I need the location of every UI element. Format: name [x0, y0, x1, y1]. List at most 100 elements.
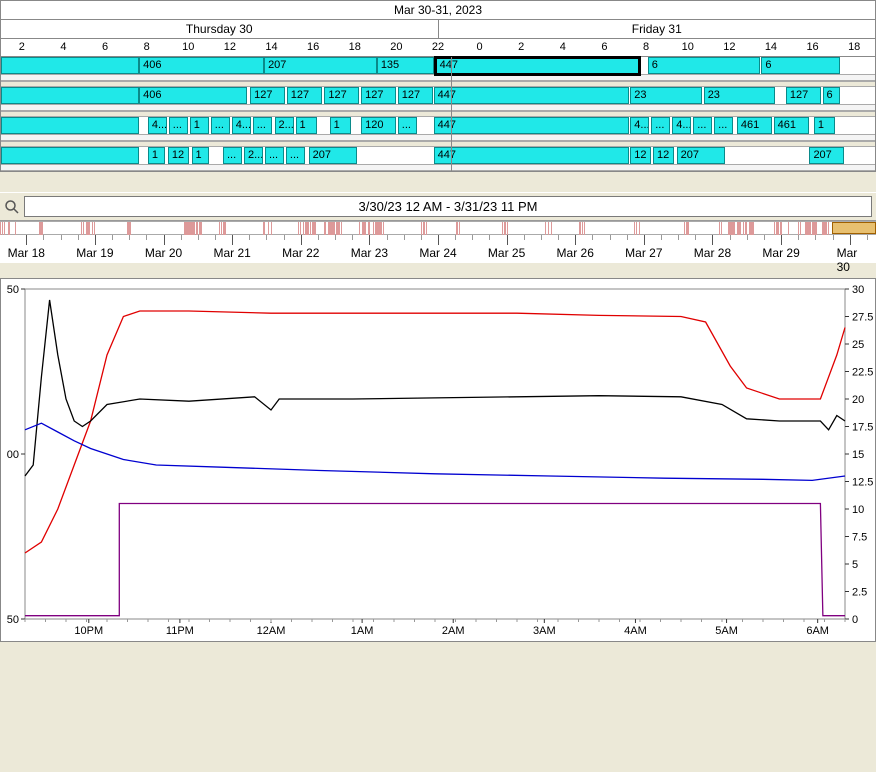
hour-label: 12	[723, 41, 735, 53]
gantt-block[interactable]: ...	[223, 147, 242, 164]
svg-text:27.5: 27.5	[852, 312, 873, 324]
gantt-block[interactable]: 447	[434, 147, 629, 164]
gantt-block[interactable]: 127	[324, 87, 359, 104]
timeline-date-label: Mar 23	[351, 246, 388, 260]
gantt-block[interactable]: 207	[309, 147, 357, 164]
gantt-block[interactable]: 1	[814, 117, 835, 134]
gantt-block[interactable]: ...	[265, 147, 284, 164]
svg-text:0: 0	[852, 614, 858, 626]
gantt-block[interactable]: 120	[361, 117, 396, 134]
timeline-date-label: Mar 18	[8, 246, 45, 260]
hour-label: 12	[224, 41, 236, 53]
gantt-block[interactable]: 127	[398, 87, 433, 104]
gantt-block[interactable]: 447	[434, 117, 629, 134]
gantt-block[interactable]: 461	[737, 117, 772, 134]
svg-text:30: 30	[852, 284, 864, 296]
gantt-block[interactable]: 2...	[275, 117, 294, 134]
svg-text:25: 25	[852, 339, 864, 351]
gantt-block[interactable]: ...	[211, 117, 230, 134]
gantt-block[interactable]	[1, 57, 139, 74]
gantt-block[interactable]: 12	[168, 147, 189, 164]
gantt-block[interactable]: 1	[296, 117, 318, 134]
magnifier-icon[interactable]	[4, 199, 20, 215]
gantt-panel: Mar 30-31, 2023 Thursday 30 Friday 31 2 4…	[0, 0, 876, 172]
gantt-row[interactable]: 406207135447 66	[1, 57, 875, 75]
gantt-block[interactable]: ...	[398, 117, 417, 134]
gantt-block[interactable]: 6	[648, 57, 760, 74]
timeline-strip[interactable]	[0, 221, 876, 235]
gantt-block[interactable]: 12	[653, 147, 674, 164]
gantt-block[interactable]: 127	[250, 87, 285, 104]
gantt-block[interactable]: 4...	[672, 117, 691, 134]
gantt-block[interactable]: 447	[434, 87, 629, 104]
chart-panel: 02.557.51012.51517.52022.52527.530500050…	[0, 278, 876, 642]
hour-label: 6	[102, 41, 108, 53]
timeline-date-label: Mar 26	[557, 246, 594, 260]
gantt-block[interactable]: ...	[693, 117, 712, 134]
gantt-block[interactable]	[1, 147, 139, 164]
gantt-block[interactable]: 207	[809, 147, 844, 164]
gantt-block[interactable]: 12	[630, 147, 651, 164]
timeline-labels: Mar 18Mar 19Mar 20Mar 21Mar 22Mar 23Mar …	[0, 245, 876, 263]
line-chart[interactable]: 02.557.51012.51517.52022.52527.530500050…	[1, 279, 876, 643]
gantt-block[interactable]: 135	[377, 57, 434, 74]
hour-label: 10	[182, 41, 194, 53]
gantt-block[interactable]: 2...	[244, 147, 263, 164]
date-range-field[interactable]: 3/30/23 12 AM - 3/31/23 11 PM	[24, 196, 872, 217]
svg-text:5AM: 5AM	[715, 625, 738, 637]
gantt-block[interactable]: ...	[714, 117, 733, 134]
timeline-date-label: Mar 27	[625, 246, 662, 260]
svg-text:50: 50	[7, 614, 19, 626]
svg-text:2AM: 2AM	[442, 625, 465, 637]
gantt-title: Mar 30-31, 2023	[1, 1, 875, 20]
timeline-date-label: Mar 24	[419, 246, 456, 260]
gantt-block[interactable]: 207	[264, 57, 377, 74]
gantt-block[interactable]: 461	[774, 117, 809, 134]
timeline-date-label: Mar 21	[213, 246, 250, 260]
gantt-block[interactable]: 127	[786, 87, 821, 104]
svg-text:11PM: 11PM	[166, 625, 194, 637]
timeline-date-label: Mar 30	[837, 246, 863, 274]
gantt-row[interactable]: 40612712712712712744723231276	[1, 87, 875, 105]
gantt-block[interactable]: 1	[190, 117, 209, 134]
gantt-row[interactable]: 4......1...4......2...11120...4474......…	[1, 117, 875, 135]
gantt-hour-axis: 246810121416182022024681012141618	[1, 39, 875, 57]
svg-text:10: 10	[852, 504, 864, 516]
gantt-block[interactable]: 447	[434, 56, 641, 76]
gantt-block[interactable]: 1	[192, 147, 209, 164]
gantt-block[interactable]: 1	[148, 147, 165, 164]
gantt-area[interactable]: 4062071354476640612712712712712744723231…	[1, 57, 875, 171]
gantt-block[interactable]: 1	[330, 117, 352, 134]
gantt-block[interactable]: ...	[253, 117, 272, 134]
svg-text:3AM: 3AM	[533, 625, 556, 637]
gantt-block[interactable]: 6	[761, 57, 840, 74]
svg-text:00: 00	[7, 449, 19, 461]
hour-label: 4	[560, 41, 566, 53]
gantt-block[interactable]: 4...	[148, 117, 167, 134]
timeline-search-row: 3/30/23 12 AM - 3/31/23 11 PM	[0, 192, 876, 221]
timeline-date-label: Mar 25	[488, 246, 525, 260]
gantt-block[interactable]: 6	[823, 87, 840, 104]
gantt-block[interactable]: 406	[139, 57, 264, 74]
gantt-block[interactable]: 207	[677, 147, 725, 164]
gantt-block[interactable]: ...	[651, 117, 670, 134]
svg-text:17.5: 17.5	[852, 422, 873, 434]
gantt-block[interactable]	[1, 87, 139, 104]
gantt-block[interactable]: 4...	[630, 117, 649, 134]
gantt-block[interactable]	[1, 117, 139, 134]
gantt-block[interactable]: 127	[287, 87, 322, 104]
gantt-row[interactable]: 1121...2.........2074471212207207	[1, 147, 875, 165]
gantt-block[interactable]: 23	[704, 87, 776, 104]
timeline-viewport-handle[interactable]	[832, 222, 876, 234]
gantt-day-1: Thursday 30	[1, 20, 439, 38]
gantt-block[interactable]: 406	[139, 87, 247, 104]
gantt-day-2: Friday 31	[439, 20, 876, 38]
hour-label: 2	[19, 41, 25, 53]
svg-text:7.5: 7.5	[852, 532, 867, 544]
svg-text:10PM: 10PM	[74, 625, 103, 637]
gantt-block[interactable]: 127	[361, 87, 396, 104]
gantt-block[interactable]: ...	[286, 147, 305, 164]
gantt-block[interactable]: 4...	[232, 117, 251, 134]
gantt-block[interactable]: 23	[630, 87, 702, 104]
gantt-block[interactable]: ...	[169, 117, 188, 134]
